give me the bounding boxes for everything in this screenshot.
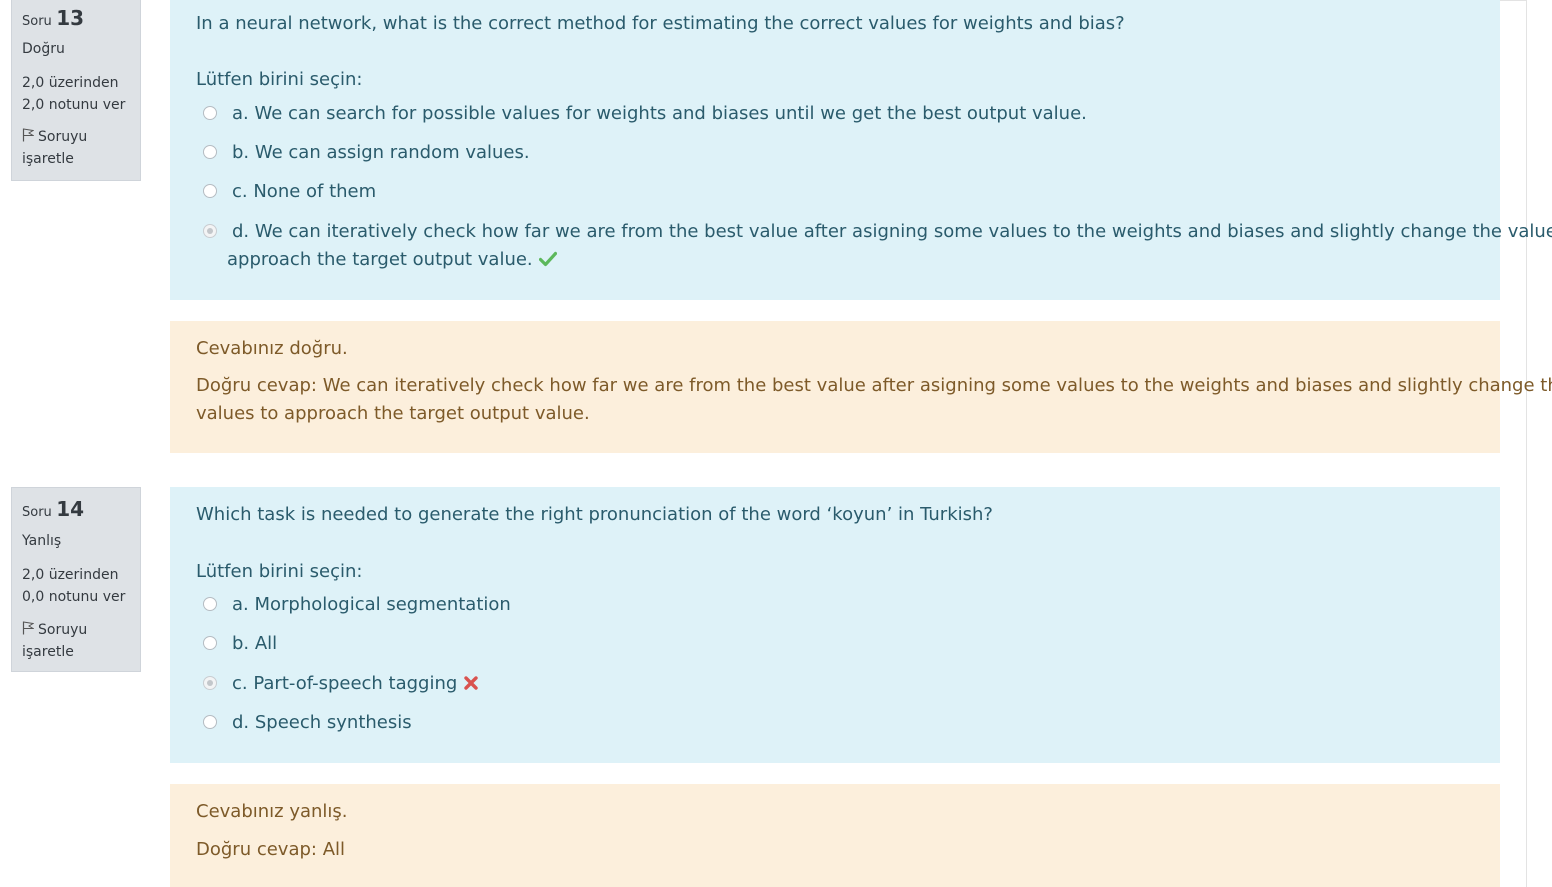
- question-formulation: Which task is needed to generate the rig…: [170, 487, 1500, 763]
- question-text: Which task is needed to generate the rig…: [196, 504, 993, 525]
- grade-awarded: 0,0 notunu ver: [22, 589, 126, 605]
- radio-button[interactable]: [203, 145, 217, 159]
- question-text: In a neural network, what is the correct…: [196, 13, 1125, 34]
- radio-button[interactable]: [203, 715, 217, 729]
- question-state: Yanlış: [22, 533, 62, 549]
- answer-prompt: Lütfen birini seçin:: [196, 69, 363, 90]
- radio-button-selected[interactable]: [203, 224, 217, 238]
- option-label-wrap: c. Part-of-speech tagging: [232, 670, 479, 698]
- correct-answer-line1: Doğru cevap: We can iteratively check ho…: [196, 375, 1552, 396]
- option-label: b. All: [232, 633, 278, 654]
- question-feedback: Cevabınız yanlış. Doğru cevap: All: [170, 784, 1500, 887]
- question-formulation: In a neural network, what is the correct…: [170, 0, 1552, 300]
- question-number-value: 13: [56, 6, 85, 30]
- option-label: b. We can assign random values.: [232, 142, 530, 163]
- radio-button[interactable]: [203, 184, 217, 198]
- option-label: c. None of them: [232, 181, 377, 202]
- incorrect-cross-icon: [464, 676, 479, 690]
- radio-button[interactable]: [203, 597, 217, 611]
- question-number-value: 14: [56, 497, 85, 521]
- correct-answer-line2: values to approach the target output val…: [196, 403, 590, 424]
- correct-check-icon: [538, 251, 557, 267]
- question-number: Soru 13: [22, 6, 84, 30]
- question-state: Doğru: [22, 41, 65, 57]
- quiz-review-page: Soru 13 Doğru 2,0 üzerinden 2,0 notunu v…: [0, 0, 1552, 887]
- option-label-continued: approach the target output value.: [227, 246, 557, 274]
- right-divider: [1526, 0, 1527, 887]
- flag-question-link[interactable]: Soruyu işaretle: [22, 126, 87, 170]
- flag-icon: [22, 128, 34, 142]
- option-label: a. Morphological segmentation: [232, 594, 511, 615]
- radio-button-selected[interactable]: [203, 676, 217, 690]
- option-label: d. We can iteratively check how far we a…: [232, 221, 1552, 242]
- flag-label-line1: Soruyu: [38, 622, 88, 638]
- answer-prompt: Lütfen birini seçin:: [196, 561, 363, 582]
- question-info-panel: Soru 13 Doğru 2,0 üzerinden 2,0 notunu v…: [11, 0, 141, 181]
- question-feedback: Cevabınız doğru. Doğru cevap: We can ite…: [170, 321, 1552, 453]
- option-label: a. We can search for possible values for…: [232, 103, 1087, 124]
- option-label: d. Speech synthesis: [232, 712, 412, 733]
- answer-option-d[interactable]: d. We can iteratively check how far we a…: [203, 219, 1552, 275]
- correct-answer-line1: Doğru cevap: All: [196, 839, 346, 860]
- radio-button[interactable]: [203, 106, 217, 120]
- grade-awarded: 2,0 notunu ver: [22, 97, 126, 113]
- feedback-status: Cevabınız yanlış.: [196, 801, 348, 822]
- question-number: Soru 14: [22, 497, 84, 521]
- question-grade: 2,0 üzerinden 0,0 notunu ver: [22, 564, 125, 608]
- flag-label-line2: işaretle: [22, 151, 74, 167]
- feedback-status: Cevabınız doğru.: [196, 338, 348, 359]
- question-number-label: Soru: [22, 14, 52, 29]
- grade-max: 2,0 üzerinden: [22, 567, 119, 583]
- question-number-label: Soru: [22, 505, 52, 520]
- flag-label-line1: Soruyu: [38, 129, 88, 145]
- question-grade: 2,0 üzerinden 2,0 notunu ver: [22, 72, 125, 116]
- option-label: c. Part-of-speech tagging: [232, 673, 458, 694]
- radio-button[interactable]: [203, 636, 217, 650]
- question-info-panel: Soru 14 Yanlış 2,0 üzerinden 0,0 notunu …: [11, 487, 141, 672]
- flag-label-line2: işaretle: [22, 644, 74, 660]
- top-divider: [1500, 0, 1526, 1]
- grade-max: 2,0 üzerinden: [22, 75, 119, 91]
- flag-icon: [22, 621, 34, 635]
- flag-question-link[interactable]: Soruyu işaretle: [22, 619, 87, 663]
